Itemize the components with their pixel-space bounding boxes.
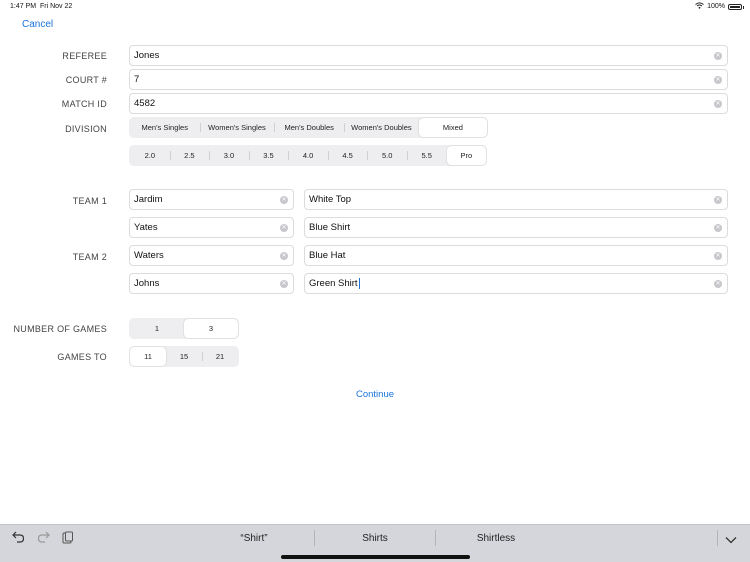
toolbar-divider	[717, 530, 718, 546]
division-option-selected[interactable]: Mixed	[418, 118, 487, 137]
team1-label: TEAM 1	[72, 196, 107, 206]
match-id-label: MATCH ID	[61, 99, 107, 109]
team1-player2-name: Yates	[134, 222, 158, 233]
battery-percent: 100%	[707, 3, 725, 10]
cancel-button[interactable]: Cancel	[22, 19, 53, 30]
games-to-option[interactable]: 21	[202, 347, 238, 366]
division-option[interactable]: Men's Singles	[130, 118, 200, 137]
court-value: 7	[134, 74, 140, 85]
team1-player2-desc: Blue Shirt	[309, 222, 351, 233]
clear-icon[interactable]: ✕	[280, 195, 288, 204]
home-indicator[interactable]	[281, 555, 470, 559]
clear-icon[interactable]: ✕	[714, 279, 722, 288]
division-segmented-control[interactable]: Men's Singles Women's Singles Men's Doub…	[129, 117, 488, 138]
rating-option[interactable]: 5.5	[406, 146, 447, 165]
team2-player2-desc-text: Green Shirt	[309, 278, 358, 289]
referee-field[interactable]: Jones ✕	[129, 45, 728, 66]
continue-button[interactable]: Continue	[340, 389, 410, 400]
number-of-games-option-selected[interactable]: 3	[184, 319, 238, 338]
status-right: 100%	[695, 2, 744, 11]
clear-icon[interactable]: ✕	[280, 251, 288, 260]
suggestion-item[interactable]: “Shirt”	[194, 533, 314, 544]
text-cursor	[358, 277, 360, 289]
team2-player1-name: Waters	[134, 250, 164, 261]
court-label: COURT #	[65, 75, 107, 85]
number-of-games-label: NUMBER OF GAMES	[13, 324, 107, 334]
rating-option[interactable]: 4.0	[288, 146, 328, 165]
undo-icon[interactable]	[12, 531, 25, 546]
team1-player1-desc: White Top	[309, 194, 352, 205]
team2-player1-name-field[interactable]: Waters ✕	[129, 245, 294, 266]
rating-segmented-control[interactable]: 2.0 2.5 3.0 3.5 4.0 4.5 5.0 5.5 Pro	[129, 145, 487, 166]
court-field[interactable]: 7 ✕	[129, 69, 728, 90]
rating-option[interactable]: 2.5	[169, 146, 210, 165]
team1-player1-name-field[interactable]: Jardim ✕	[129, 189, 294, 210]
rating-option[interactable]: 2.0	[130, 146, 170, 165]
status-bar: 1:47 PM Fri Nov 22 100%	[0, 0, 750, 14]
referee-label: REFEREE	[62, 51, 107, 61]
clear-icon[interactable]: ✕	[714, 99, 722, 108]
team2-player1-desc-field[interactable]: Blue Hat ✕	[304, 245, 728, 266]
status-time: 1:47 PM	[10, 3, 37, 10]
match-id-value: 4582	[134, 98, 156, 109]
team1-player1-name: Jardim	[134, 194, 163, 205]
clear-icon[interactable]: ✕	[714, 251, 722, 260]
rating-option[interactable]: 5.0	[367, 146, 407, 165]
games-to-label: GAMES TO	[57, 352, 107, 362]
clear-icon[interactable]: ✕	[714, 195, 722, 204]
games-to-segmented-control[interactable]: 11 15 21	[129, 346, 239, 367]
team2-player1-desc: Blue Hat	[309, 250, 346, 261]
games-to-option[interactable]: 15	[166, 347, 202, 366]
paste-icon[interactable]	[62, 531, 74, 547]
games-to-option-selected[interactable]: 11	[130, 347, 166, 366]
division-option[interactable]: Women's Doubles	[343, 118, 419, 137]
rating-option[interactable]: 3.5	[248, 146, 289, 165]
redo-icon[interactable]	[37, 531, 50, 546]
team2-player2-desc: Green Shirt	[309, 277, 714, 289]
suggestion-item[interactable]: Shirts	[315, 533, 435, 544]
division-option[interactable]: Women's Singles	[199, 118, 275, 137]
chevron-down-icon[interactable]	[725, 533, 737, 547]
wifi-icon	[695, 2, 704, 11]
rating-option[interactable]: 3.0	[209, 146, 249, 165]
division-label: DIVISION	[65, 124, 107, 134]
rating-option-selected[interactable]: Pro	[446, 146, 487, 165]
status-date: Fri Nov 22	[40, 3, 73, 10]
team2-player2-name: Johns	[134, 278, 160, 289]
clear-icon[interactable]: ✕	[714, 223, 722, 232]
number-of-games-option[interactable]: 1	[130, 319, 184, 338]
team2-player2-desc-field[interactable]: Green Shirt ✕	[304, 273, 728, 294]
team1-player2-desc-field[interactable]: Blue Shirt ✕	[304, 217, 728, 238]
team1-player2-name-field[interactable]: Yates ✕	[129, 217, 294, 238]
battery-icon	[728, 3, 744, 10]
division-option[interactable]: Men's Doubles	[274, 118, 344, 137]
clear-icon[interactable]: ✕	[280, 223, 288, 232]
referee-value: Jones	[134, 50, 160, 61]
number-of-games-segmented-control[interactable]: 1 3	[129, 318, 239, 339]
suggestion-item[interactable]: Shirtless	[436, 533, 556, 544]
clear-icon[interactable]: ✕	[280, 279, 288, 288]
team2-label: TEAM 2	[72, 252, 107, 262]
team2-player2-name-field[interactable]: Johns ✕	[129, 273, 294, 294]
team1-player1-desc-field[interactable]: White Top ✕	[304, 189, 728, 210]
clear-icon[interactable]: ✕	[714, 75, 722, 84]
keyboard-suggestion-bar: “Shirt” Shirts Shirtless	[0, 524, 750, 562]
rating-option[interactable]: 4.5	[327, 146, 368, 165]
match-id-field[interactable]: 4582 ✕	[129, 93, 728, 114]
clear-icon[interactable]: ✕	[714, 51, 722, 60]
